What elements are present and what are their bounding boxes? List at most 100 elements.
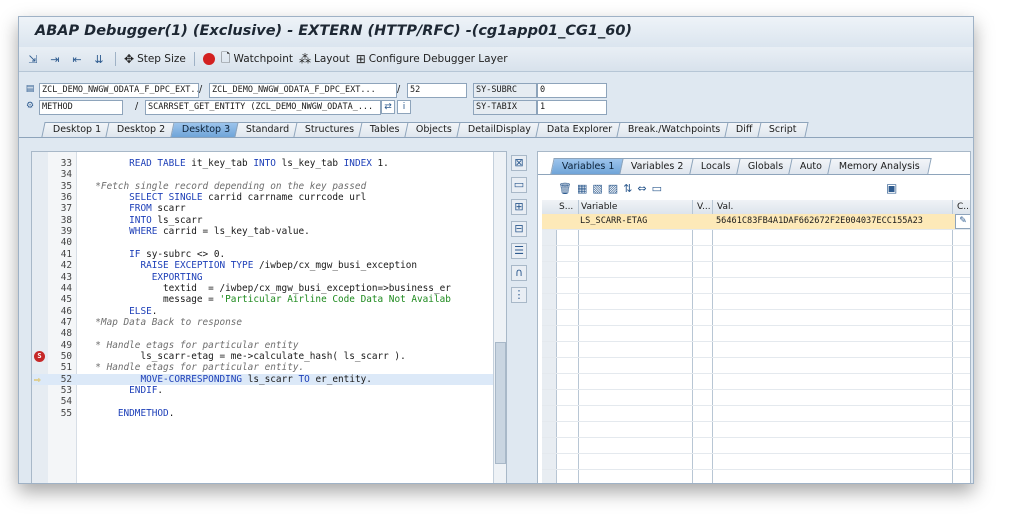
code-line[interactable]: 40 <box>32 237 506 248</box>
tab-globals[interactable]: Globals <box>735 158 795 174</box>
watchpoint-button[interactable]: 🗋 Watchpoint <box>221 49 293 70</box>
table-row[interactable] <box>542 326 970 342</box>
code-line[interactable]: 47 *Map Data Back to response <box>32 317 506 328</box>
save-icon[interactable]: ▣ <box>886 181 897 195</box>
table-row[interactable] <box>542 406 970 422</box>
table-row[interactable] <box>542 310 970 326</box>
step-into-icon[interactable]: ⇲ <box>25 52 41 66</box>
tab-desktop-3[interactable]: Desktop 3 <box>169 122 242 137</box>
code-line[interactable]: 51 * Handle etags for particular entity. <box>32 362 506 373</box>
table-row[interactable] <box>542 230 970 246</box>
code-line[interactable]: S 50 ls_scarr-etag = me->calculate_hash( … <box>32 350 506 362</box>
table-row[interactable] <box>542 262 970 278</box>
table-row[interactable] <box>542 246 970 262</box>
breakpoint-icon[interactable]: S <box>34 350 45 362</box>
code-line[interactable]: 53 ENDIF. <box>32 385 506 396</box>
tab-detaildisplay[interactable]: DetailDisplay <box>455 122 543 137</box>
col-header-variable[interactable]: Variable <box>578 200 693 214</box>
sort-icon[interactable]: ⇅ <box>623 182 632 195</box>
layout-button[interactable]: ⁂ Layout <box>299 52 350 66</box>
table-row[interactable] <box>542 294 970 310</box>
tab-locals[interactable]: Locals <box>689 158 743 174</box>
code-line[interactable]: 43 EXPORTING <box>32 272 506 283</box>
navigate-icon[interactable]: ⇄ <box>381 100 395 114</box>
table-row[interactable] <box>542 390 970 406</box>
continue-icon[interactable]: ⇊ <box>91 52 107 66</box>
include-field[interactable]: ZCL_DEMO_NWGW_ODATA_F_DPC_EXT... <box>209 83 397 98</box>
step-size-button[interactable]: ✥ Step Size <box>124 52 186 66</box>
breakpoint-toggle-icon[interactable]: ⊠ <box>511 155 527 171</box>
tree-icon[interactable]: ⋮ <box>511 287 527 303</box>
tab-desktop-2[interactable]: Desktop 2 <box>105 122 178 137</box>
tab-objects[interactable]: Objects <box>404 122 464 137</box>
configure-layer-button[interactable]: ⊞ Configure Debugger Layer <box>356 52 508 66</box>
code-line[interactable]: ⇨ 52 MOVE-CORRESPONDING ls_scarr TO er_en… <box>32 373 506 385</box>
table-view-icon[interactable]: ⊟ <box>511 221 527 237</box>
list-icon[interactable]: ☰ <box>511 243 527 259</box>
tab-structures[interactable]: Structures <box>293 122 366 137</box>
col-header-change[interactable]: C... <box>954 200 970 214</box>
move-icon[interactable]: ⇔ <box>637 182 646 195</box>
table-row[interactable]: LS_SCARR-ETAG 56461C83FB4A1DAF662672F2E0… <box>542 214 970 230</box>
paste-icon[interactable]: ▨ <box>608 182 618 195</box>
line-field[interactable]: 52 <box>407 83 467 98</box>
code-line[interactable]: 35 *Fetch single record depending on the… <box>32 181 506 192</box>
filter-icon[interactable]: ▦ <box>577 182 587 195</box>
tab-variables-2[interactable]: Variables 2 <box>619 158 696 174</box>
clear-icon[interactable]: ▭ <box>652 182 662 195</box>
code-line[interactable]: 42 RAISE EXCEPTION TYPE /iwbep/cx_mgw_bu… <box>32 260 506 271</box>
table-row[interactable] <box>542 454 970 470</box>
table-row[interactable] <box>542 342 970 358</box>
source-editor[interactable]: 33 READ TABLE it_key_tab INTO ls_key_tab… <box>31 151 507 483</box>
tab-variables-1[interactable]: Variables 1 <box>550 158 627 174</box>
tab-data-explorer[interactable]: Data Explorer <box>534 122 624 137</box>
code-line[interactable]: 49 * Handle etags for particular entity <box>32 340 506 351</box>
code-line[interactable]: 46 ELSE. <box>32 306 506 317</box>
step-return-icon[interactable]: ⇤ <box>69 52 85 66</box>
col-header-value[interactable]: Val. <box>714 200 957 214</box>
tab-tables[interactable]: Tables <box>358 122 412 137</box>
method-field[interactable]: SCARRSET_GET_ENTITY (ZCL_DEMO_NWGW_ODATA… <box>145 100 381 115</box>
line-number: 36 <box>60 192 72 204</box>
code-line[interactable]: 55 ENDMETHOD. <box>32 408 506 419</box>
table-row[interactable] <box>542 374 970 390</box>
code-line[interactable]: 33 READ TABLE it_key_tab INTO ls_key_tab… <box>32 158 506 169</box>
tab-desktop-1[interactable]: Desktop 1 <box>41 122 113 137</box>
watch-icon[interactable]: ⊞ <box>511 199 527 215</box>
sy-subrc-value[interactable]: 0 <box>537 83 607 98</box>
info-icon[interactable]: i <box>397 100 411 114</box>
code-line[interactable]: 37 FROM scarr <box>32 203 506 214</box>
sy-tabix-value[interactable]: 1 <box>537 100 607 115</box>
folder-icon[interactable]: ▭ <box>511 177 527 193</box>
variable-value-cell[interactable]: 56461C83FB4A1DAF662672F2E004037ECC155A23 <box>716 214 950 229</box>
scroll-thumb[interactable] <box>495 342 506 464</box>
table-row[interactable] <box>542 278 970 294</box>
copy-icon[interactable]: ▧ <box>592 182 602 195</box>
code-line[interactable]: 54 <box>32 396 506 407</box>
tab-standard[interactable]: Standard <box>234 122 301 137</box>
step-over-icon[interactable]: ⇥ <box>47 52 63 66</box>
variable-name-cell[interactable]: LS_SCARR-ETAG <box>580 214 690 229</box>
code-line[interactable]: 41 IF sy-subrc <> 0. <box>32 249 506 260</box>
table-row[interactable] <box>542 358 970 374</box>
tab-memory-analysis[interactable]: Memory Analysis <box>827 158 932 174</box>
code-line[interactable]: 36 SELECT SINGLE carrid carrname currcod… <box>32 192 506 203</box>
editor-scrollbar[interactable] <box>493 152 506 483</box>
program-field[interactable]: ZCL_DEMO_NWGW_ODATA_F_DPC_EXT... <box>39 83 199 98</box>
code-line[interactable]: 45 message = 'Particular Airline Code Da… <box>32 294 506 305</box>
code-line[interactable]: 39 WHERE carrid = ls_key_tab-value. <box>32 226 506 237</box>
table-row[interactable] <box>542 470 970 483</box>
code-line[interactable]: 38 INTO ls_scarr <box>32 215 506 226</box>
type-field[interactable]: METHOD <box>39 100 123 115</box>
code-line[interactable]: 48 <box>32 328 506 339</box>
edit-pencil-icon[interactable]: ✎ <box>955 214 970 229</box>
delete-icon[interactable]: 🗑 <box>558 182 572 195</box>
code-line[interactable]: 44 textid = /iwbep/cx_mgw_busi_exception… <box>32 283 506 294</box>
tab-script[interactable]: Script <box>757 122 808 137</box>
stop-button[interactable] <box>202 53 215 65</box>
headset-icon[interactable]: ∩ <box>511 265 527 281</box>
table-row[interactable] <box>542 438 970 454</box>
tab-break-watchpoints[interactable]: Break./Watchpoints <box>616 122 732 137</box>
table-row[interactable] <box>542 422 970 438</box>
code-line[interactable]: 34 <box>32 169 506 180</box>
